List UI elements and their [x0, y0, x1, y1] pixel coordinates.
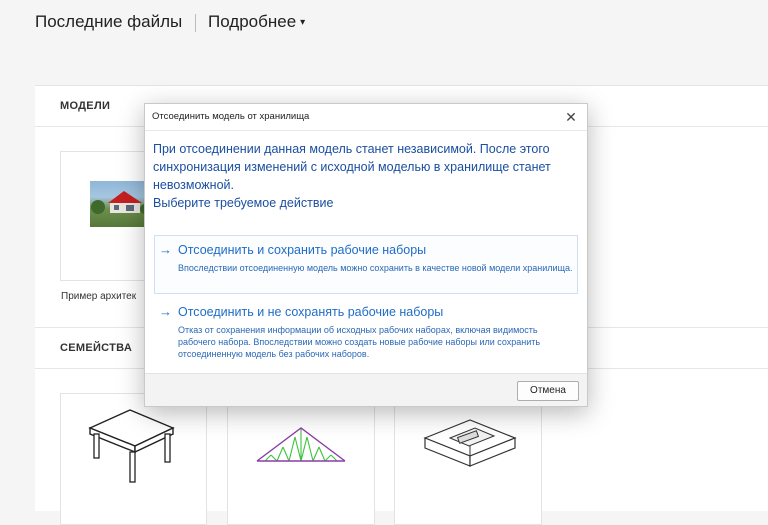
- message-prompt: Выберите требуемое действие: [153, 196, 334, 210]
- families-section-label: СЕМЕЙСТВА: [60, 342, 133, 354]
- dialog-title: Отсоединить модель от хранилища: [152, 111, 310, 122]
- house-image: [91, 191, 150, 214]
- table-icon: [88, 409, 175, 483]
- view-mode-label: Подробнее: [208, 12, 297, 31]
- model-caption: Пример архитек: [61, 291, 137, 302]
- message-line: невозможной.: [153, 178, 234, 192]
- close-icon[interactable]: ✕: [561, 107, 581, 127]
- dialog-footer: Отмена: [145, 373, 587, 406]
- top-bar: Последние файлы Подробнее ▾: [0, 0, 768, 50]
- page-title: Последние файлы: [35, 12, 183, 31]
- arrow-right-icon: →: [159, 304, 172, 319]
- detach-model-dialog: Отсоединить модель от хранилища ✕ При от…: [144, 103, 588, 407]
- option-heading: Отсоединить и не сохранять рабочие набор…: [178, 305, 444, 319]
- models-section-label: МОДЕЛИ: [60, 100, 111, 112]
- view-mode-dropdown[interactable]: Подробнее ▾: [208, 12, 305, 32]
- dialog-title-bar: Отсоединить модель от хранилища ✕: [145, 104, 587, 131]
- detach-discard-worksets-option[interactable]: → Отсоединить и не сохранять рабочие наб…: [154, 297, 578, 365]
- message-line: синхронизация изменений с исходной модел…: [153, 160, 551, 174]
- chevron-down-icon: ▾: [300, 17, 306, 29]
- option-description: Впоследствии отсоединенную модель можно …: [178, 263, 573, 273]
- detach-keep-worksets-option[interactable]: → Отсоединить и сохранить рабочие наборы…: [154, 235, 578, 294]
- message-line: При отсоединении данная модель станет не…: [153, 142, 550, 156]
- dialog-message: При отсоединении данная модель станет не…: [153, 140, 578, 212]
- electrical-box-icon: [423, 419, 517, 467]
- cancel-button[interactable]: Отмена: [517, 381, 579, 401]
- truss-icon: [256, 427, 346, 462]
- option-heading: Отсоединить и сохранить рабочие наборы: [178, 243, 427, 257]
- title-separator: [195, 14, 196, 32]
- arrow-right-icon: →: [159, 242, 172, 257]
- model-thumbnail: [90, 181, 150, 227]
- option-description: Отказ от сохранения информации об исходн…: [178, 325, 541, 359]
